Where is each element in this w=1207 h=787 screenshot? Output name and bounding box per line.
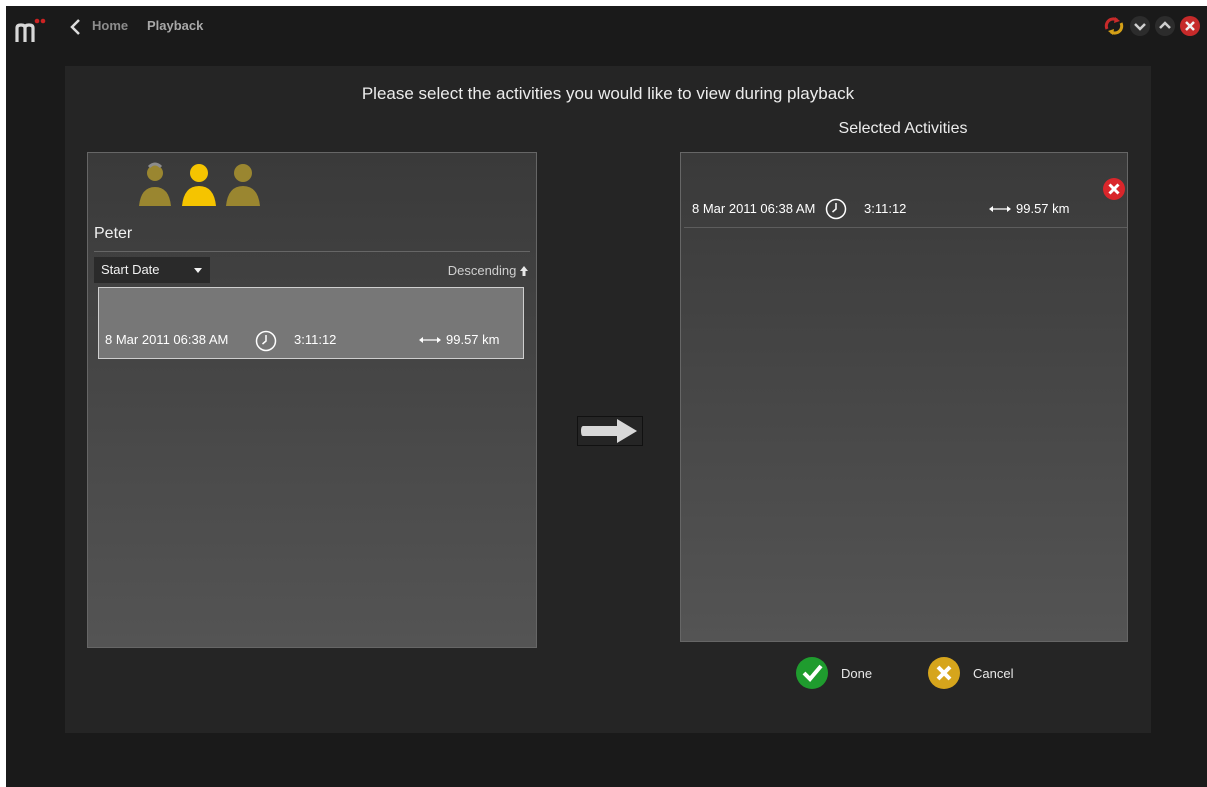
breadcrumb-current: Playback: [147, 18, 204, 33]
user-female-icon[interactable]: [136, 161, 174, 207]
clock-icon: [825, 198, 847, 220]
selected-activity-duration: 3:11:12: [864, 201, 907, 216]
divider: [94, 251, 530, 252]
selected-activity-distance: 99.57 km: [1016, 201, 1070, 216]
done-button[interactable]: Done: [795, 656, 885, 690]
done-label: Done: [841, 666, 873, 681]
distance-arrow-icon: [989, 206, 1011, 212]
activity-duration: 3:11:12: [294, 332, 337, 347]
activity-list-item[interactable]: 8 Mar 2011 06:38 AM 3:11:12 99.57 km: [98, 287, 524, 359]
sync-icon[interactable]: [1103, 15, 1125, 37]
selected-activities-panel: 8 Mar 2011 06:38 AM 3:11:12 99.57 km: [680, 152, 1128, 642]
cancel-label: Cancel: [973, 666, 1014, 681]
sort-field-dropdown[interactable]: Start Date: [94, 257, 210, 283]
activity-distance: 99.57 km: [446, 332, 500, 347]
selected-activity-item: 8 Mar 2011 06:38 AM 3:11:12 99.57 km: [684, 179, 1127, 228]
available-activities-panel: Peter Start Date Descending 8 Mar 2011 0…: [87, 152, 537, 648]
minimize-icon[interactable]: [1129, 15, 1151, 37]
dropdown-caret-icon: [194, 268, 202, 273]
dialog-prompt: Please select the activities you would l…: [361, 84, 855, 103]
checkmark-icon: [796, 657, 828, 689]
user-selected-icon[interactable]: [180, 161, 218, 207]
activity-selection-dialog: Please select the activities you would l…: [65, 66, 1151, 733]
distance-arrow-icon: [419, 337, 441, 343]
sort-order-toggle[interactable]: Descending: [448, 263, 528, 278]
breadcrumb-home[interactable]: Home: [92, 18, 128, 33]
selected-activity-date: 8 Mar 2011 06:38 AM: [692, 201, 816, 216]
activity-date: 8 Mar 2011 06:38 AM: [105, 332, 229, 347]
user-name: Peter: [94, 225, 133, 242]
title-bar: Home Playback: [6, 6, 1207, 48]
maximize-icon[interactable]: [1154, 15, 1176, 37]
app-logo-icon: [15, 18, 46, 42]
cancel-x-icon: [928, 657, 960, 689]
back-chevron-icon[interactable]: [68, 18, 84, 36]
cancel-button[interactable]: Cancel: [927, 656, 1027, 690]
clock-icon: [255, 330, 277, 352]
sort-order-label: Descending: [447, 263, 517, 278]
arrow-up-icon: [520, 266, 528, 276]
remove-activity-icon[interactable]: [1102, 177, 1126, 201]
add-to-selected-arrow-icon[interactable]: [577, 416, 643, 446]
selected-activities-title: Selected Activities: [838, 120, 968, 137]
app-window: Home Playback Please select the activiti…: [6, 6, 1207, 787]
user-icon[interactable]: [224, 161, 262, 207]
close-icon[interactable]: [1179, 15, 1201, 37]
sort-field-label: Start Date: [101, 262, 160, 277]
user-selector: [136, 161, 266, 207]
